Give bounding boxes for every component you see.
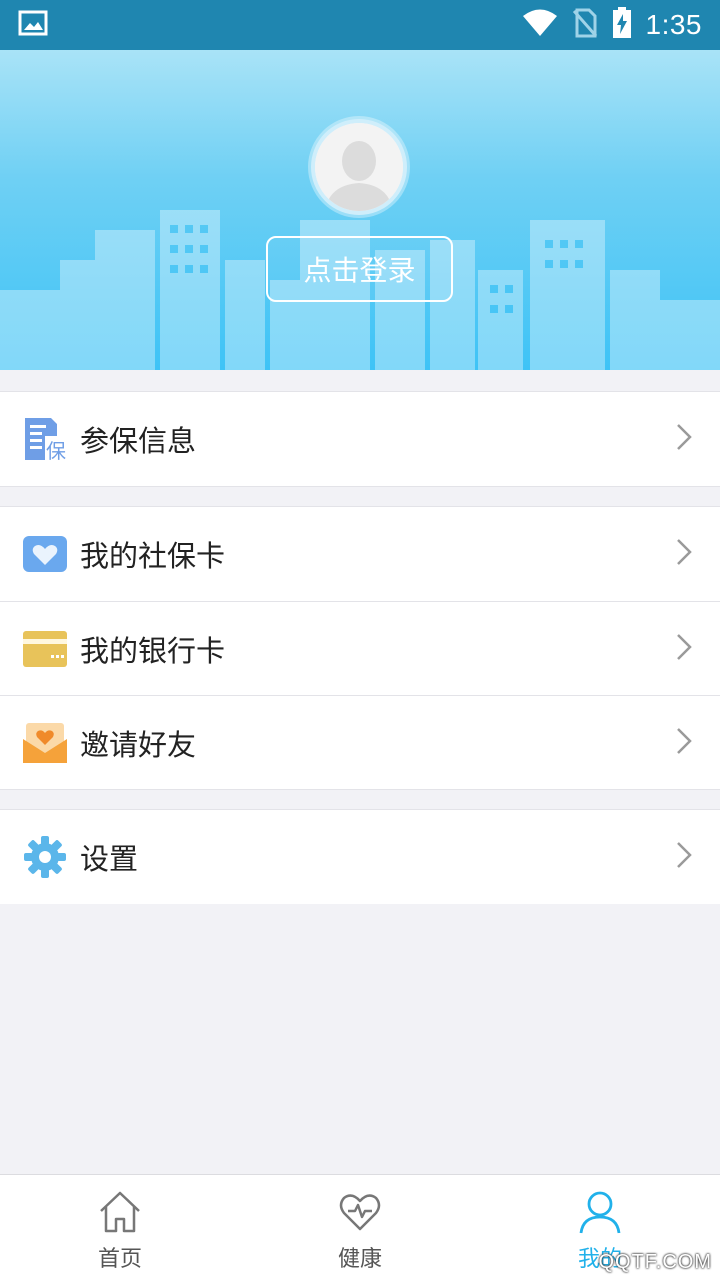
- chevron-right-icon: [676, 841, 692, 873]
- svg-text:保: 保: [46, 439, 66, 462]
- avatar[interactable]: [311, 119, 407, 215]
- wifi-icon: [522, 9, 558, 41]
- nav-home[interactable]: 首页: [0, 1175, 240, 1280]
- menu-item-insurance-info[interactable]: 保 参保信息: [0, 392, 720, 486]
- nav-label: 首页: [97, 1247, 142, 1272]
- status-bar: 1:35: [0, 0, 720, 50]
- person-icon: [577, 1189, 623, 1239]
- menu-group-insurance: 保 参保信息: [0, 391, 720, 487]
- menu-item-invite-friends[interactable]: 邀请好友: [0, 695, 720, 789]
- menu-item-label: 我的银行卡: [80, 633, 226, 668]
- nav-health[interactable]: 健康: [240, 1175, 480, 1280]
- menu-item-label: 邀请好友: [80, 727, 197, 762]
- chevron-right-icon: [676, 538, 692, 570]
- menu-item-bank-card[interactable]: 我的银行卡: [0, 601, 720, 695]
- chevron-right-icon: [676, 633, 692, 665]
- menu-item-label: 参保信息: [80, 424, 197, 458]
- nav-label: 健康: [337, 1247, 382, 1272]
- bank-card-icon: [22, 626, 68, 672]
- invite-envelope-icon: [22, 720, 68, 766]
- profile-header: 点击登录: [0, 50, 720, 370]
- status-time: 1:35: [645, 9, 702, 40]
- battery-charging-icon: [612, 7, 632, 43]
- chevron-right-icon: [676, 727, 692, 759]
- insurance-doc-icon: 保: [22, 416, 68, 462]
- gear-icon: [22, 834, 68, 880]
- social-card-icon: [22, 531, 68, 577]
- watermark: QQTF.COM: [598, 1251, 712, 1273]
- default-avatar-icon: [315, 123, 403, 211]
- menu-item-social-card[interactable]: 我的社保卡: [0, 507, 720, 601]
- screen: 1:35 点击登录 保 参保信息 我的社保卡 我的银行卡 邀请好友 设置 首页 …: [0, 0, 720, 1280]
- menu-group-cards: 我的社保卡 我的银行卡 邀请好友: [0, 506, 720, 790]
- no-sim-icon: [572, 8, 598, 42]
- menu-item-label: 我的社保卡: [80, 539, 226, 573]
- home-icon: [97, 1189, 143, 1239]
- menu-item-label: 设置: [80, 842, 139, 876]
- menu-group-settings: 设置: [0, 809, 720, 904]
- menu-item-settings[interactable]: 设置: [0, 810, 720, 904]
- login-button[interactable]: 点击登录: [266, 236, 453, 302]
- heart-pulse-icon: [337, 1189, 383, 1239]
- bottom-nav: 首页 健康 我的 QQTF.COM: [0, 1174, 720, 1280]
- image-icon: [18, 10, 48, 40]
- chevron-right-icon: [676, 423, 692, 455]
